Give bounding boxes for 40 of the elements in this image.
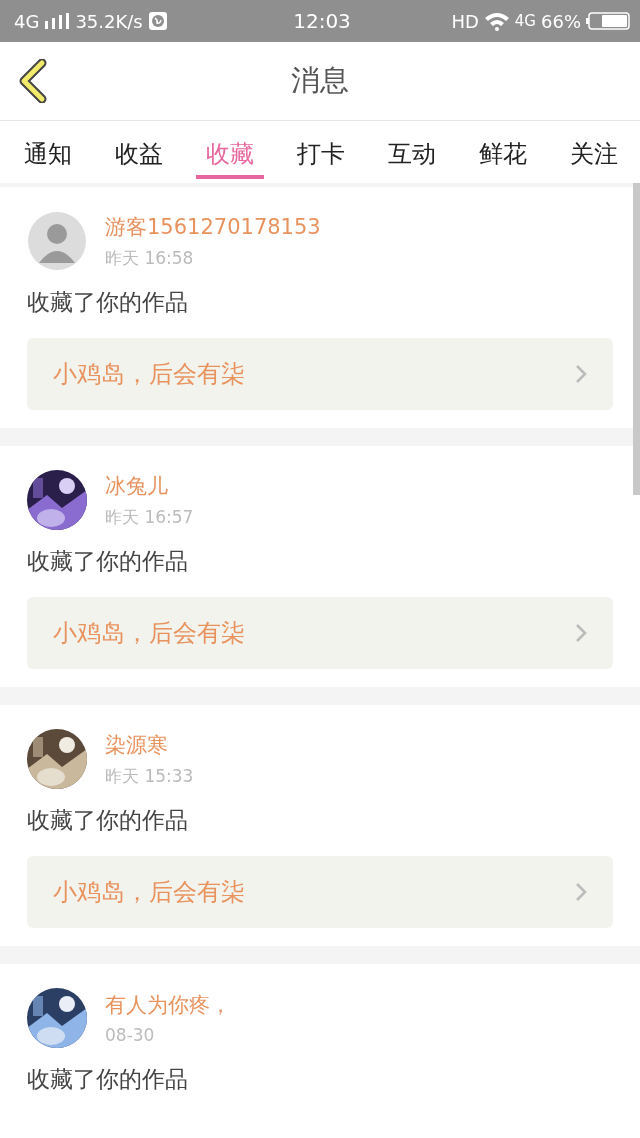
work-link[interactable]: 小鸡岛，后会有柒: [27, 856, 613, 928]
message-text: 收藏了你的作品: [27, 806, 189, 835]
message-time: 昨天 16:58: [105, 246, 195, 270]
chevron-right-icon: [575, 882, 587, 902]
hd-indicator: HD: [451, 10, 479, 32]
user-name[interactable]: 有人为你疼，: [105, 991, 231, 1019]
signal-icon: [45, 13, 70, 29]
avatar-icon: [27, 211, 87, 271]
user-name[interactable]: 染源寒: [105, 730, 194, 759]
work-title: 小鸡岛，后会有柒: [53, 359, 245, 390]
user-name[interactable]: 冰兔儿: [105, 471, 194, 500]
message-time: 08-30: [105, 1025, 156, 1045]
battery-percent: 66%: [541, 10, 581, 32]
tab[interactable]: 鲜花: [469, 121, 537, 179]
wifi-icon: [483, 11, 510, 31]
message-time: 昨天 15:33: [105, 764, 194, 788]
tab[interactable]: 通知: [14, 121, 82, 179]
clock: 12:03: [293, 9, 351, 33]
user-name[interactable]: 游客1561270178153: [105, 212, 321, 241]
work-link[interactable]: 小鸡岛，后会有柒: [27, 597, 613, 669]
tab[interactable]: 打卡: [287, 121, 355, 179]
tab[interactable]: 收益: [105, 121, 173, 179]
work-title: 小鸡岛，后会有柒: [53, 618, 245, 649]
network-speed: 35.2K/s: [75, 10, 143, 32]
message-text: 收藏了你的作品: [27, 1065, 189, 1094]
message-time: 昨天 16:57: [105, 505, 194, 529]
message-text: 收藏了你的作品: [27, 547, 189, 576]
globe-icon: [148, 12, 167, 30]
chevron-right-icon: [575, 623, 587, 643]
chevron-right-icon: [575, 364, 587, 384]
work-link[interactable]: 小鸡岛，后会有柒: [27, 338, 613, 410]
network-type: 4G: [14, 10, 40, 32]
message-text: 收藏了你的作品: [27, 288, 189, 317]
tab[interactable]: 关注: [560, 121, 628, 179]
tab[interactable]: 收藏: [196, 121, 264, 179]
page-title: 消息: [291, 62, 349, 99]
work-title: 小鸡岛，后会有柒: [53, 877, 245, 908]
tab[interactable]: 互动: [378, 121, 446, 179]
data-network: 4G: [514, 12, 536, 30]
battery-icon: [586, 12, 630, 30]
